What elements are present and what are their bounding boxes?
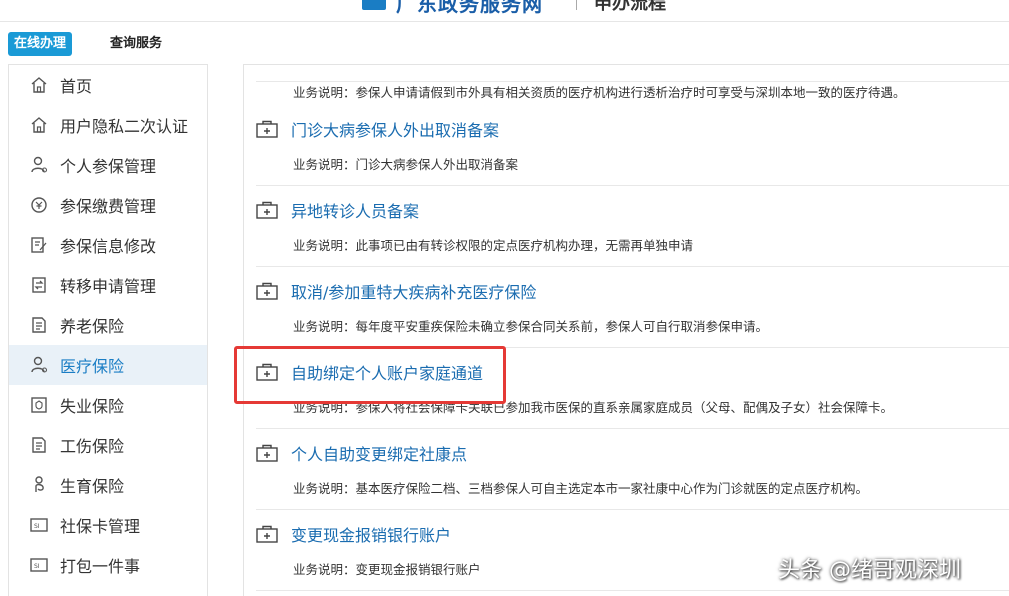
service-description: 业务说明：变更现金报销银行账户 — [293, 562, 481, 577]
card-icon: SI — [28, 554, 50, 576]
sidebar: 首页 用户隐私二次认证 个人参保管理 参保缴费管理 参保信息修改 转移申请管理 — [8, 64, 208, 596]
service-link[interactable]: 自助绑定个人账户家庭通道 — [256, 360, 483, 384]
sidebar-item-label: 首页 — [60, 77, 93, 96]
service-link[interactable]: 变更现金报销银行账户 — [256, 522, 451, 546]
service-description: 业务说明：此事项已由有转诊权限的定点医疗机构办理，无需再单独申请 — [293, 238, 694, 253]
maternity-icon — [28, 474, 50, 496]
home-icon — [28, 74, 50, 96]
transfer-icon — [28, 274, 50, 296]
medical-kit-icon — [256, 525, 278, 543]
svg-text:SI: SI — [34, 563, 40, 570]
card-icon: SI — [28, 514, 50, 536]
document-icon — [28, 314, 50, 336]
svg-text:SI: SI — [34, 523, 40, 530]
sidebar-item-social-card[interactable]: SI 社保卡管理 — [9, 505, 207, 545]
sidebar-item-transfer[interactable]: 转移申请管理 — [9, 265, 207, 305]
person-icon — [28, 154, 50, 176]
sidebar-item-home[interactable]: 首页 — [9, 65, 207, 105]
sidebar-item-payment[interactable]: 参保缴费管理 — [9, 185, 207, 225]
sidebar-item-label: 打包一件事 — [60, 557, 141, 576]
sidebar-item-info-modify[interactable]: 参保信息修改 — [9, 225, 207, 265]
sidebar-item-label: 参保信息修改 — [60, 237, 157, 256]
sidebar-item-label: 参保缴费管理 — [60, 197, 157, 216]
service-description: 业务说明：参保人申请请假到市外具有相关资质的医疗机构进行透析治疗时可享受与深圳本… — [293, 85, 906, 100]
service-list: 业务说明：参保人申请请假到市外具有相关资质的医疗机构进行透析治疗时可享受与深圳本… — [243, 64, 1009, 596]
sidebar-item-label: 养老保险 — [60, 317, 125, 336]
sidebar-item-label: 转移申请管理 — [60, 277, 157, 296]
service-item: 取消/参加重特大疾病补充医疗保险 业务说明：每年度平安重疾保险未确立参保合同关系… — [256, 267, 1009, 348]
sidebar-item-label: 失业保险 — [60, 397, 125, 416]
person-icon — [28, 354, 50, 376]
medical-kit-icon — [256, 363, 278, 381]
document-icon — [28, 434, 50, 456]
tab-online-handle[interactable]: 在线办理 — [8, 32, 73, 56]
medical-kit-icon — [256, 444, 278, 462]
tab-query-service[interactable]: 查询服务 — [110, 32, 162, 56]
sidebar-item-medical[interactable]: 医疗保险 — [9, 345, 207, 385]
sidebar-item-unemployment[interactable]: 失业保险 — [9, 385, 207, 425]
service-item: 业务说明：参保人申请请假到市外具有相关资质的医疗机构进行透析治疗时可享受与深圳本… — [256, 1, 1009, 100]
service-description: 业务说明：参保人将社会保障卡关联已参加我市医保的直系亲属家庭成员（父母、配偶及子… — [293, 400, 894, 415]
sidebar-item-maternity[interactable]: 生育保险 — [9, 465, 207, 505]
service-link[interactable]: 门诊大病参保人外出取消备案 — [256, 117, 499, 141]
service-description: 业务说明：门诊大病参保人外出取消备案 — [293, 157, 519, 172]
service-item: 个人自助变更绑定社康点 业务说明：基本医疗保险二档、三档参保人可自主选定本市一家… — [256, 429, 1009, 510]
sidebar-item-label: 生育保险 — [60, 477, 125, 496]
sidebar-item-label: 社保卡管理 — [60, 517, 141, 536]
sidebar-item-privacy-auth[interactable]: 用户隐私二次认证 — [9, 105, 207, 145]
medical-kit-icon — [256, 201, 278, 219]
service-link[interactable]: 取消/参加重特大疾病补充医疗保险 — [256, 279, 536, 303]
sidebar-item-package[interactable]: SI 打包一件事 — [9, 545, 207, 585]
watermark: 头条 @绪哥观深圳 — [778, 558, 961, 583]
sidebar-item-pension[interactable]: 养老保险 — [9, 305, 207, 345]
service-link[interactable]: 个人自助变更绑定社康点 — [256, 441, 467, 465]
service-item: 异地转诊人员备案 业务说明：此事项已由有转诊权限的定点医疗机构办理，无需再单独申… — [256, 186, 1009, 267]
sidebar-item-label: 工伤保险 — [60, 437, 125, 456]
home-icon — [28, 114, 50, 136]
shield-doc-icon — [28, 394, 50, 416]
service-item: 门诊大病参保人外出取消备案 业务说明：门诊大病参保人外出取消备案 — [256, 105, 1009, 186]
service-item: 自助绑定个人账户家庭通道 业务说明：参保人将社会保障卡关联已参加我市医保的直系亲… — [256, 348, 1009, 429]
service-description: 业务说明：每年度平安重疾保险未确立参保合同关系前，参保人可自行取消参保申请。 — [293, 319, 769, 334]
service-link[interactable]: 异地转诊人员备案 — [256, 198, 419, 222]
sidebar-item-label: 用户隐私二次认证 — [60, 117, 189, 136]
sidebar-item-label: 个人参保管理 — [60, 157, 157, 176]
sidebar-item-label: 医疗保险 — [60, 357, 125, 376]
medical-kit-icon — [256, 120, 278, 138]
medical-kit-icon — [256, 282, 278, 300]
edit-icon — [28, 234, 50, 256]
sidebar-item-personal-insurance[interactable]: 个人参保管理 — [9, 145, 207, 185]
service-description: 业务说明：基本医疗保险二档、三档参保人可自主选定本市一家社康中心作为门诊就医的定… — [293, 481, 869, 496]
sidebar-item-work-injury[interactable]: 工伤保险 — [9, 425, 207, 465]
payment-icon — [28, 194, 50, 216]
